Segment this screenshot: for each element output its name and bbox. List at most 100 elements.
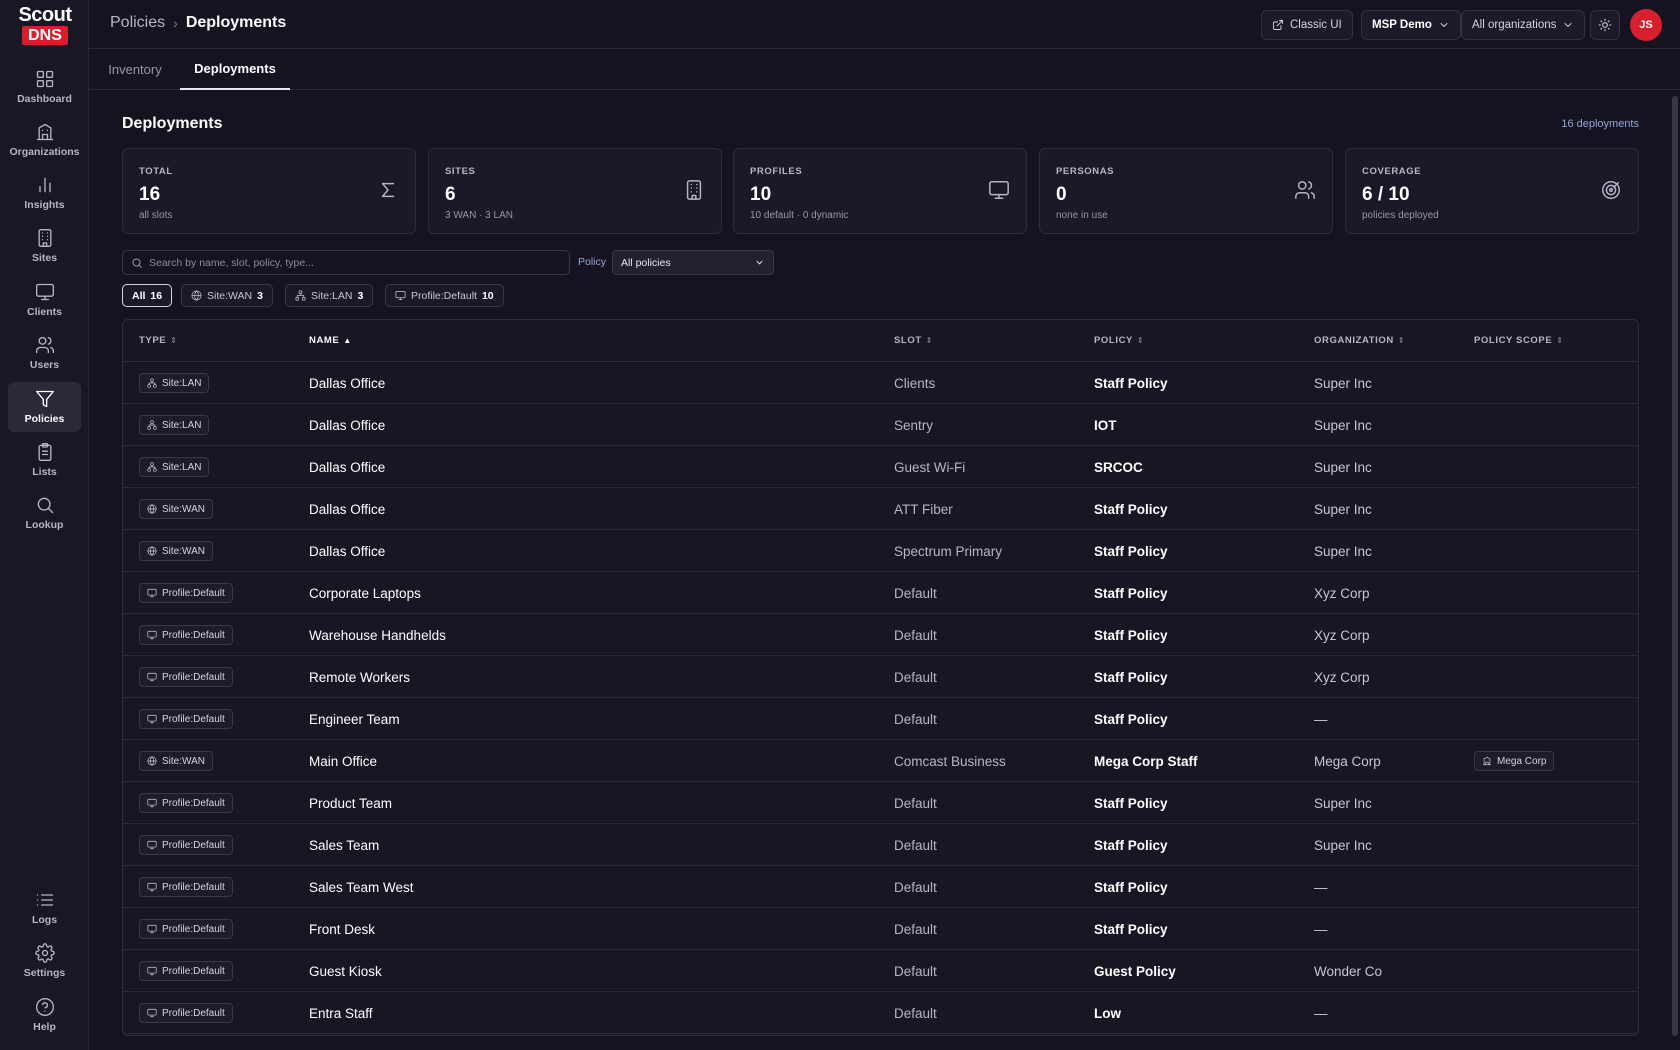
cell-name[interactable]: Dallas Office <box>309 488 385 530</box>
sidebar-item-logs[interactable]: Logs <box>8 883 81 933</box>
table-row[interactable]: Site:WAN Dallas Office Spectrum Primary Sta… <box>123 530 1638 572</box>
column-header-type[interactable]: TYPE ⇕ <box>139 335 178 346</box>
cell-policy[interactable]: Staff Policy <box>1094 782 1168 824</box>
column-header-policy-scope[interactable]: POLICY SCOPE ⇕ <box>1474 335 1564 346</box>
table-row[interactable]: Profile:Default Front Desk Default Staff Po… <box>123 908 1638 950</box>
cell-organization: Super Inc <box>1314 543 1372 559</box>
sidebar-item-organizations[interactable]: Organizations <box>8 115 81 165</box>
filter-chip-all[interactable]: All 16 <box>122 284 173 307</box>
cell-policy[interactable]: Low <box>1094 992 1121 1034</box>
column-header-policy[interactable]: POLICY ⇕ <box>1094 335 1144 346</box>
table-row[interactable]: Profile:Default Guest Kiosk Default Guest P… <box>123 950 1638 992</box>
cell-name[interactable]: Main Office <box>309 740 377 782</box>
sidebar-item-help[interactable]: Help <box>8 990 81 1040</box>
msp-selector[interactable]: MSP Demo <box>1361 10 1461 40</box>
column-header-label: POLICY <box>1094 335 1133 346</box>
filter-chip-site-lan[interactable]: Site:LAN 3 <box>285 284 374 307</box>
cell-name[interactable]: Corporate Laptops <box>309 572 421 614</box>
table-row[interactable]: Site:LAN Dallas Office Sentry IOT Super Inc <box>123 404 1638 446</box>
table-row[interactable]: Profile:Default Corporate Laptops Default S… <box>123 572 1638 614</box>
table-row[interactable]: Profile:Default Remote Workers Default Staf… <box>123 656 1638 698</box>
cell-policy[interactable]: IOT <box>1094 404 1117 446</box>
cell-name[interactable]: Dallas Office <box>309 530 385 572</box>
table-row[interactable]: Site:WAN Dallas Office ATT Fiber Staff Poli… <box>123 488 1638 530</box>
column-header-organization[interactable]: ORGANIZATION ⇕ <box>1314 335 1405 346</box>
cell-name[interactable]: Sales Team West <box>309 866 414 908</box>
cell-name[interactable]: Engineer Team <box>309 698 400 740</box>
search-icon <box>132 258 142 268</box>
chip-count: 16 <box>150 289 163 302</box>
cell-name[interactable]: Product Team <box>309 782 392 824</box>
table-row[interactable]: Profile:Default Sales Team Default Staff Po… <box>123 824 1638 866</box>
type-badge: Profile:Default <box>139 709 233 729</box>
theme-toggle-button[interactable] <box>1590 10 1620 40</box>
cell-name[interactable]: Dallas Office <box>309 362 385 404</box>
cell-policy[interactable]: Staff Policy <box>1094 614 1168 656</box>
classic-ui-button[interactable]: Classic UI <box>1261 10 1353 40</box>
cell-policy[interactable]: Staff Policy <box>1094 530 1168 572</box>
cell-name[interactable]: Dallas Office <box>309 446 385 488</box>
sidebar-item-policies[interactable]: Policies <box>8 382 81 432</box>
cell-policy[interactable]: Staff Policy <box>1094 908 1168 950</box>
monitor-icon <box>147 966 157 976</box>
cell-organization: Wonder Co <box>1314 963 1383 979</box>
table-row[interactable]: Profile:Default Sales Team West Default Sta… <box>123 866 1638 908</box>
cell-policy[interactable]: Guest Policy <box>1094 950 1176 992</box>
table-row[interactable]: Site:LAN Dallas Office Guest Wi-Fi SRCOC Sup… <box>123 446 1638 488</box>
tab-inventory[interactable]: Inventory <box>108 49 162 90</box>
cell-policy[interactable]: Staff Policy <box>1094 488 1168 530</box>
sidebar-item-lists[interactable]: Lists <box>8 435 81 485</box>
sidebar-item-lookup[interactable]: Lookup <box>8 488 81 538</box>
cell-policy[interactable]: Staff Policy <box>1094 866 1168 908</box>
sidebar-item-insights[interactable]: Insights <box>8 168 81 218</box>
table-row[interactable]: Site:LAN Dallas Office Clients Staff Policy… <box>123 362 1638 404</box>
cell-name[interactable]: Dallas Office <box>309 404 385 446</box>
policy-filter-select[interactable]: All policies <box>612 250 774 275</box>
breadcrumb-policies[interactable]: Policies <box>110 14 165 32</box>
cell-name[interactable]: Warehouse Handhelds <box>309 614 446 656</box>
search-input[interactable] <box>149 256 549 269</box>
scrollbar[interactable] <box>1672 92 1678 1042</box>
sort-icon: ⇕ <box>1397 336 1406 345</box>
cell-policy[interactable]: Staff Policy <box>1094 572 1168 614</box>
filter-chip-profile-default[interactable]: Profile:Default 10 <box>385 284 504 307</box>
sidebar-item-label: Organizations <box>9 146 80 158</box>
sidebar-item-clients[interactable]: Clients <box>8 275 81 325</box>
type-badge: Profile:Default <box>139 625 233 645</box>
sidebar-item-settings[interactable]: Settings <box>8 936 81 986</box>
table-row[interactable]: Profile:Default Entra Staff Default Low — <box>123 992 1638 1034</box>
cell-name[interactable]: Sales Team <box>309 824 379 866</box>
avatar[interactable]: JS <box>1630 9 1662 41</box>
cell-name[interactable]: Guest Kiosk <box>309 950 382 992</box>
scrollbar-thumb[interactable] <box>1672 96 1678 1036</box>
cell-policy[interactable]: SRCOC <box>1094 446 1143 488</box>
table-row[interactable]: Profile:Default Product Team Default Staff … <box>123 782 1638 824</box>
column-header-name[interactable]: NAME ▲ <box>309 335 352 346</box>
cell-policy[interactable]: Mega Corp Staff <box>1094 740 1198 782</box>
sidebar-item-users[interactable]: Users <box>8 328 81 378</box>
sidebar-item-dashboard[interactable]: Dashboard <box>8 62 81 112</box>
cell-name[interactable]: Entra Staff <box>309 992 373 1034</box>
table-row[interactable]: Profile:Default Warehouse Handhelds Defaul… <box>123 614 1638 656</box>
organization-selector[interactable]: All organizations <box>1461 10 1586 40</box>
filter-chip-site-wan[interactable]: Site:WAN 3 <box>181 284 273 307</box>
cell-policy[interactable]: Staff Policy <box>1094 698 1168 740</box>
cell-type: Site:LAN <box>139 362 210 404</box>
type-badge-label: Profile:Default <box>162 1007 225 1019</box>
cell-name[interactable]: Front Desk <box>309 908 375 950</box>
cell-name[interactable]: Remote Workers <box>309 656 410 698</box>
column-header-slot[interactable]: SLOT ⇕ <box>894 335 933 346</box>
table-row[interactable]: Site:WAN Main Office Comcast Business Mega … <box>123 740 1638 782</box>
cell-slot: Clients <box>894 375 936 391</box>
cell-organization: Xyz Corp <box>1314 669 1370 685</box>
table-row[interactable]: Profile:Default Engineer Team Default Staff… <box>123 698 1638 740</box>
sidebar-item-sites[interactable]: Sites <box>8 221 81 271</box>
tab-deployments[interactable]: Deployments <box>180 49 290 90</box>
cell-policy[interactable]: Staff Policy <box>1094 656 1168 698</box>
monitor-icon <box>147 840 157 850</box>
cell-policy[interactable]: Staff Policy <box>1094 824 1168 866</box>
cell-type: Profile:Default <box>139 992 233 1034</box>
scoutdns-logo[interactable]: Scout DNS <box>16 4 74 46</box>
sidebar-item-label: Dashboard <box>17 93 72 105</box>
cell-policy[interactable]: Staff Policy <box>1094 362 1168 404</box>
